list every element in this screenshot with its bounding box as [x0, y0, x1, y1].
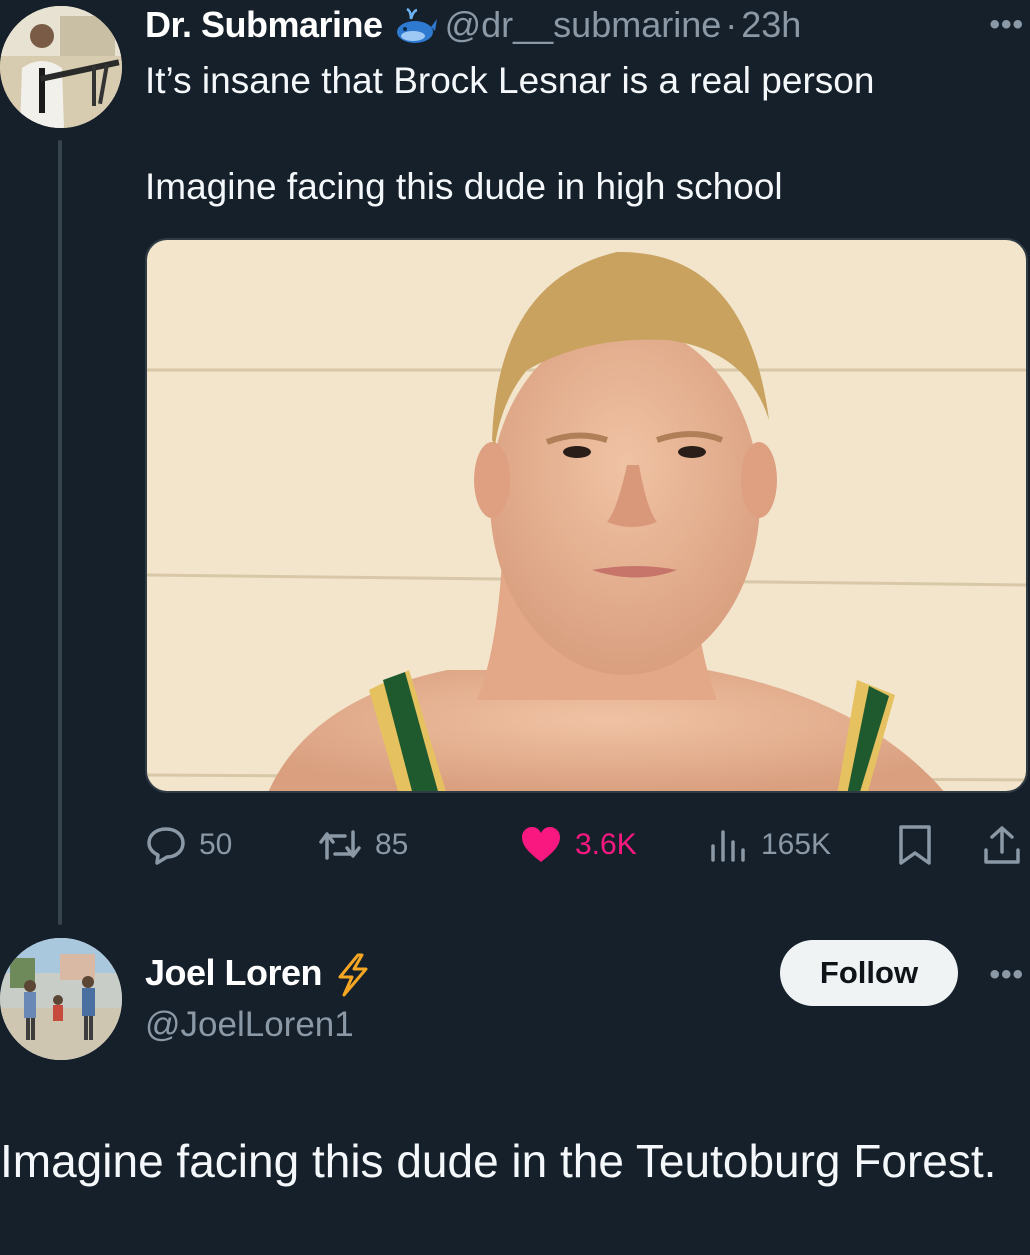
share-button[interactable] — [981, 818, 1030, 872]
author-avatar[interactable] — [0, 6, 122, 128]
reply-author-name-row: Joel Loren — [145, 952, 384, 997]
thread-line — [58, 140, 62, 925]
more-options-icon[interactable]: ••• — [989, 958, 1024, 992]
tweet-text-line-1: It’s insane that Brock Lesnar is a real … — [145, 60, 875, 101]
bookmark-icon — [899, 825, 931, 865]
retweet-icon — [319, 830, 361, 860]
tweet-screenshot: Dr. Submarine @dr__submarine · 23h ••• I… — [0, 0, 1030, 1255]
tweet-action-bar: 50 85 3.6K 165K — [145, 818, 1025, 872]
heart-icon — [522, 827, 560, 862]
tweet-text-line-2: Imagine facing this dude in high school — [145, 166, 783, 207]
like-button[interactable]: 3.6K — [519, 818, 637, 872]
views-count: 165K — [761, 828, 832, 861]
whale-icon — [393, 5, 437, 45]
separator-dot: · — [725, 4, 738, 45]
bookmark-button[interactable] — [895, 818, 947, 872]
views-chart-icon — [711, 830, 745, 862]
tweet-header: Dr. Submarine @dr__submarine · 23h — [145, 2, 801, 48]
retweet-button[interactable]: 85 — [317, 818, 408, 872]
reply-author-avatar[interactable] — [0, 938, 122, 1060]
lightning-icon — [332, 953, 376, 997]
reply-author-display-name[interactable]: Joel Loren — [145, 952, 323, 994]
retweet-count: 85 — [375, 828, 409, 861]
like-count: 3.6K — [575, 828, 637, 861]
reply-button[interactable]: 50 — [145, 818, 232, 872]
author-display-name[interactable]: Dr. Submarine — [145, 4, 383, 46]
reply-caption: Imagine facing this dude in the Teutobur… — [0, 1135, 997, 1187]
reply-icon — [147, 827, 185, 865]
tweet-media-photo[interactable] — [145, 238, 1028, 793]
share-icon — [984, 826, 1020, 864]
reply-author-handle[interactable]: @JoelLoren1 — [145, 1005, 354, 1045]
author-handle[interactable]: @dr__submarine — [445, 4, 722, 46]
follow-button[interactable]: Follow — [780, 940, 958, 1006]
tweet-timestamp[interactable]: 23h — [741, 4, 801, 46]
views-button[interactable]: 165K — [707, 818, 831, 872]
more-options-icon[interactable]: ••• — [989, 8, 1024, 42]
reply-count: 50 — [199, 828, 233, 861]
